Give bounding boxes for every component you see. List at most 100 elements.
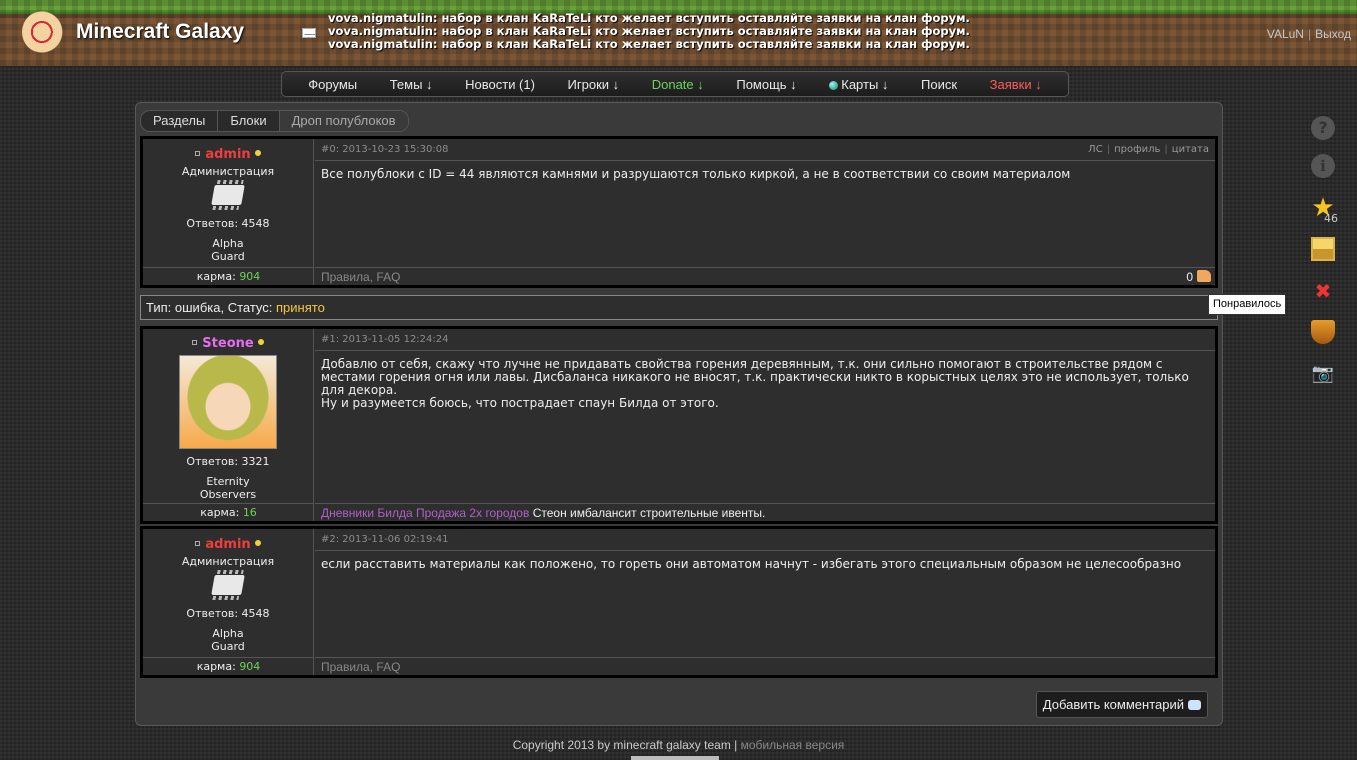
like-button[interactable]: 0 [1186, 270, 1211, 284]
post-content: #0: 2013-10-23 15:30:08 ЛС | профиль | цитат… [315, 139, 1215, 285]
nav-maps[interactable]: Карты ↓ [829, 77, 888, 92]
news-ticker: vova.nigmatulin: набор в клан KaRaTeLi к… [302, 12, 1002, 51]
post-paragraph: Добавлю от себя, скажу что лучне не прид… [321, 357, 1189, 397]
envelope-icon [302, 28, 316, 38]
group-line: Guard [211, 640, 245, 653]
author-name[interactable]: admin [143, 147, 313, 162]
online-dot-icon [254, 540, 261, 546]
group-line: Alpha [212, 237, 244, 250]
quote-link[interactable]: цитата [1172, 144, 1209, 155]
breadcrumb-current: Дроп полублоков [279, 111, 408, 131]
help-icon[interactable]: ? [1311, 116, 1335, 140]
user-links: VALuN | Выход [1267, 27, 1351, 41]
status-prefix: Тип: ошибка, Статус: [146, 300, 277, 315]
rules-link[interactable]: Правила [321, 660, 370, 674]
nav-donate[interactable]: Donate ↓ [652, 77, 704, 92]
separator: | [1307, 27, 1312, 41]
group-line: Guard [211, 250, 245, 263]
content-panel: Разделы Блоки Дроп полублоков admin Адми… [135, 102, 1223, 726]
status-square-icon [195, 541, 201, 546]
add-comment-button[interactable]: Добавить комментарий [1035, 691, 1208, 718]
author-name[interactable]: Steone [143, 336, 313, 351]
footer-tab[interactable] [631, 756, 719, 760]
author-group: Alpha Guard [143, 627, 313, 653]
post-author-panel: admin Администрация Ответов: 4548 Alpha G… [143, 139, 314, 285]
add-comment-label: Добавить комментарий [1042, 697, 1184, 712]
nav-news[interactable]: Новости (1) [465, 77, 535, 92]
post-signature: Дневники Билда Продажа 2х городов Стеон … [315, 503, 1215, 521]
post: Steone Ответов: 3321 Eternity Observers к… [140, 326, 1218, 524]
post-body: если расставить материалы как положено, … [321, 557, 1182, 571]
like-tooltip: Понравилось [1208, 294, 1287, 315]
nav-help[interactable]: Помощь ↓ [736, 77, 796, 92]
karma-label: карма: [196, 270, 236, 283]
image-icon[interactable] [1311, 237, 1335, 261]
author-role: Администрация [181, 165, 275, 178]
logo-icon[interactable] [22, 10, 66, 54]
pm-link[interactable]: ЛС [1088, 144, 1103, 155]
post-content: #1: 2013-11-05 12:24:24 Добавлю от себя,… [315, 329, 1215, 521]
author-group: Eternity Observers [143, 475, 313, 501]
signature-text: Стеон имбалансит строительные ивенты. [529, 506, 766, 520]
post-actions: ЛС | профиль | цитата [1088, 144, 1209, 155]
post-author-panel: admin Администрация Ответов: 4548 Alpha G… [143, 529, 314, 675]
karma-label: карма: [196, 660, 236, 673]
post: admin Администрация Ответов: 4548 Alpha G… [140, 136, 1218, 288]
post-body: Добавлю от себя, скажу что лучне не прид… [315, 351, 1215, 417]
post-meta: #2: 2013-11-06 02:19:41 [315, 529, 1215, 551]
info-icon[interactable]: i [1311, 154, 1335, 178]
post-timestamp: #0: 2013-10-23 15:30:08 [321, 144, 449, 155]
post-author-panel: Steone Ответов: 3321 Eternity Observers к… [143, 329, 314, 521]
page-footer: Copyright 2013 by minecraft galaxy team … [0, 738, 1357, 752]
shield-icon[interactable] [1311, 320, 1335, 344]
like-count: 0 [1186, 270, 1193, 284]
thumbs-up-icon [1197, 270, 1211, 282]
status-square-icon [195, 151, 201, 156]
breadcrumb-blocks[interactable]: Блоки [218, 111, 280, 131]
post-timestamp: #2: 2013-11-06 02:19:41 [321, 534, 449, 545]
author-answers: Ответов: 4548 [186, 607, 270, 620]
karma-label: карма: [200, 506, 240, 519]
profile-link[interactable]: VALuN [1267, 27, 1304, 41]
post: admin Администрация Ответов: 4548 Alpha G… [140, 526, 1218, 678]
nav-players[interactable]: Игроки ↓ [568, 77, 620, 92]
karma: карма: 904 [143, 657, 314, 675]
nav-forums[interactable]: Форумы [308, 77, 357, 92]
karma-value: 904 [239, 660, 261, 673]
online-dot-icon [254, 150, 261, 156]
site-logo-text[interactable]: Minecraft Galaxy [76, 20, 244, 44]
copyright-text: Copyright 2013 by minecraft galaxy team [512, 738, 731, 752]
logout-link[interactable]: Выход [1315, 27, 1351, 41]
status-square-icon [192, 340, 198, 345]
post-content: #2: 2013-11-06 02:19:41 если расставить … [315, 529, 1215, 675]
author-name[interactable]: admin [143, 537, 313, 552]
signature-link[interactable]: Дневники Билда Продажа 2х городов [321, 506, 529, 520]
author-role: Администрация [181, 555, 275, 568]
footer-separator: | [730, 738, 741, 752]
ticker-line[interactable]: vova.nigmatulin: набор в клан KaRaTeLi к… [328, 38, 1002, 51]
site-header: Minecraft Galaxy vova.nigmatulin: набор … [0, 0, 1357, 66]
nav-topics[interactable]: Темы ↓ [390, 77, 433, 92]
post-meta: #1: 2013-11-05 12:24:24 [315, 329, 1215, 351]
tools-icon[interactable]: ✖ [1311, 279, 1335, 303]
breadcrumb-sections[interactable]: Разделы [141, 111, 219, 131]
rules-link[interactable]: Правила [321, 270, 370, 284]
globe-icon [829, 80, 839, 90]
nav-maps-label: Карты ↓ [841, 76, 889, 92]
faq-link[interactable]: FAQ [376, 660, 400, 674]
breadcrumb: Разделы Блоки Дроп полублоков [140, 110, 409, 132]
nav-requests[interactable]: Заявки ↓ [990, 77, 1042, 92]
author-answers: Ответов: 4548 [186, 217, 270, 230]
group-line: Observers [199, 488, 257, 501]
nav-search[interactable]: Поиск [921, 77, 957, 92]
post-paragraph: Ну и разумеется боюсь, что пострадает сп… [321, 396, 719, 410]
profile-link[interactable]: профиль [1114, 144, 1160, 155]
main-nav: Форумы Темы ↓ Новости (1) Игроки ↓ Donat… [281, 71, 1069, 97]
mobile-version-link[interactable]: мобильная версия [741, 738, 845, 752]
camera-icon[interactable]: 📷 [1311, 362, 1335, 386]
karma: карма: 904 [143, 267, 314, 285]
faq-link[interactable]: FAQ [376, 270, 400, 284]
comment-bubble-icon [1188, 700, 1201, 710]
karma-value: 904 [239, 270, 261, 283]
avatar[interactable] [179, 355, 277, 449]
